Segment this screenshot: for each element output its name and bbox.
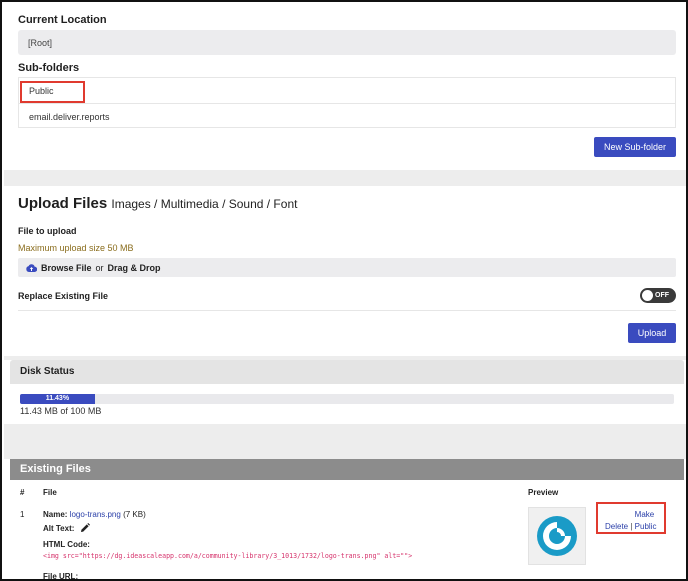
- file-url-label: File URL:: [43, 572, 79, 581]
- subfolder-item-email-deliver-reports[interactable]: email.deliver.reports: [19, 103, 675, 128]
- browse-file-link[interactable]: Browse File: [41, 263, 92, 273]
- upload-divider: [18, 310, 676, 311]
- current-location-path: [Root]: [18, 30, 676, 55]
- cloud-upload-icon: [26, 263, 38, 272]
- subfolder-list: Public email.deliver.reports: [18, 77, 676, 128]
- max-upload-size: Maximum upload size 50 MB: [18, 243, 134, 253]
- delete-link[interactable]: Delete: [605, 522, 628, 531]
- upload-title: Upload Files Images / Multimedia / Sound…: [18, 195, 297, 212]
- disk-status-panel: 11.43% 11.43 MB of 100 MB: [10, 384, 684, 424]
- file-manager-window: Current Location [Root] Sub-folders Publ…: [0, 0, 688, 581]
- column-header-number: #: [20, 488, 25, 497]
- alt-text-line: Alt Text:: [43, 523, 91, 533]
- upload-button[interactable]: Upload: [628, 323, 676, 343]
- file-actions: Delete | Make Public: [605, 509, 675, 533]
- file-size: (7 KB): [123, 510, 146, 519]
- browse-or-text: or: [95, 262, 104, 273]
- existing-files-heading: Existing Files: [10, 459, 684, 480]
- file-preview-thumbnail[interactable]: [528, 507, 586, 565]
- html-code-label: HTML Code:: [43, 540, 90, 549]
- disk-usage-fill: 11.43%: [20, 394, 95, 404]
- file-name-link[interactable]: logo-trans.png: [70, 510, 121, 519]
- html-code-label-text: HTML Code:: [43, 540, 90, 549]
- section-separator: [4, 170, 686, 186]
- disk-status-heading: Disk Status: [10, 360, 684, 384]
- browse-dropzone[interactable]: Browse File or Drag & Drop: [18, 258, 676, 277]
- alt-text-label: Alt Text:: [43, 523, 75, 533]
- html-code-snippet[interactable]: <img src="https://dg.ideascaleapp.com/a/…: [43, 552, 412, 560]
- file-name-line: Name: logo-trans.png (7 KB): [43, 510, 146, 519]
- disk-usage-bar: 11.43%: [20, 394, 674, 404]
- disk-usage-text: 11.43 MB of 100 MB: [20, 406, 102, 416]
- current-location-heading: Current Location: [18, 14, 107, 26]
- subfolder-item-public[interactable]: Public: [19, 78, 675, 103]
- file-name-label: Name:: [43, 510, 68, 519]
- replace-existing-toggle[interactable]: OFF: [640, 288, 676, 303]
- upload-types: Images / Multimedia / Sound / Font: [111, 197, 298, 211]
- row-number: 1: [20, 510, 25, 519]
- replace-existing-label: Replace Existing File: [18, 291, 109, 301]
- logo-image: [537, 516, 577, 556]
- file-url-label-text: File URL:: [43, 572, 79, 581]
- toggle-knob: [642, 290, 653, 301]
- file-to-upload-label: File to upload: [18, 226, 77, 236]
- upload-section: Upload Files Images / Multimedia / Sound…: [4, 186, 686, 356]
- drag-drop-text: Drag & Drop: [107, 262, 161, 273]
- column-header-file: File: [43, 488, 57, 497]
- existing-files-table: # File Preview 1 Name: logo-trans.png (7…: [10, 480, 684, 581]
- make-public-link[interactable]: Make Public: [635, 509, 675, 533]
- location-section: Current Location [Root] Sub-folders Publ…: [4, 4, 686, 170]
- action-separator: |: [630, 522, 633, 531]
- section-separator: [4, 424, 686, 459]
- new-subfolder-button[interactable]: New Sub-folder: [594, 137, 676, 157]
- column-header-preview: Preview: [528, 488, 559, 497]
- subfolders-heading: Sub-folders: [18, 62, 80, 74]
- toggle-state-text: OFF: [655, 292, 669, 299]
- pencil-icon[interactable]: [80, 523, 91, 533]
- upload-title-text: Upload Files: [18, 195, 108, 212]
